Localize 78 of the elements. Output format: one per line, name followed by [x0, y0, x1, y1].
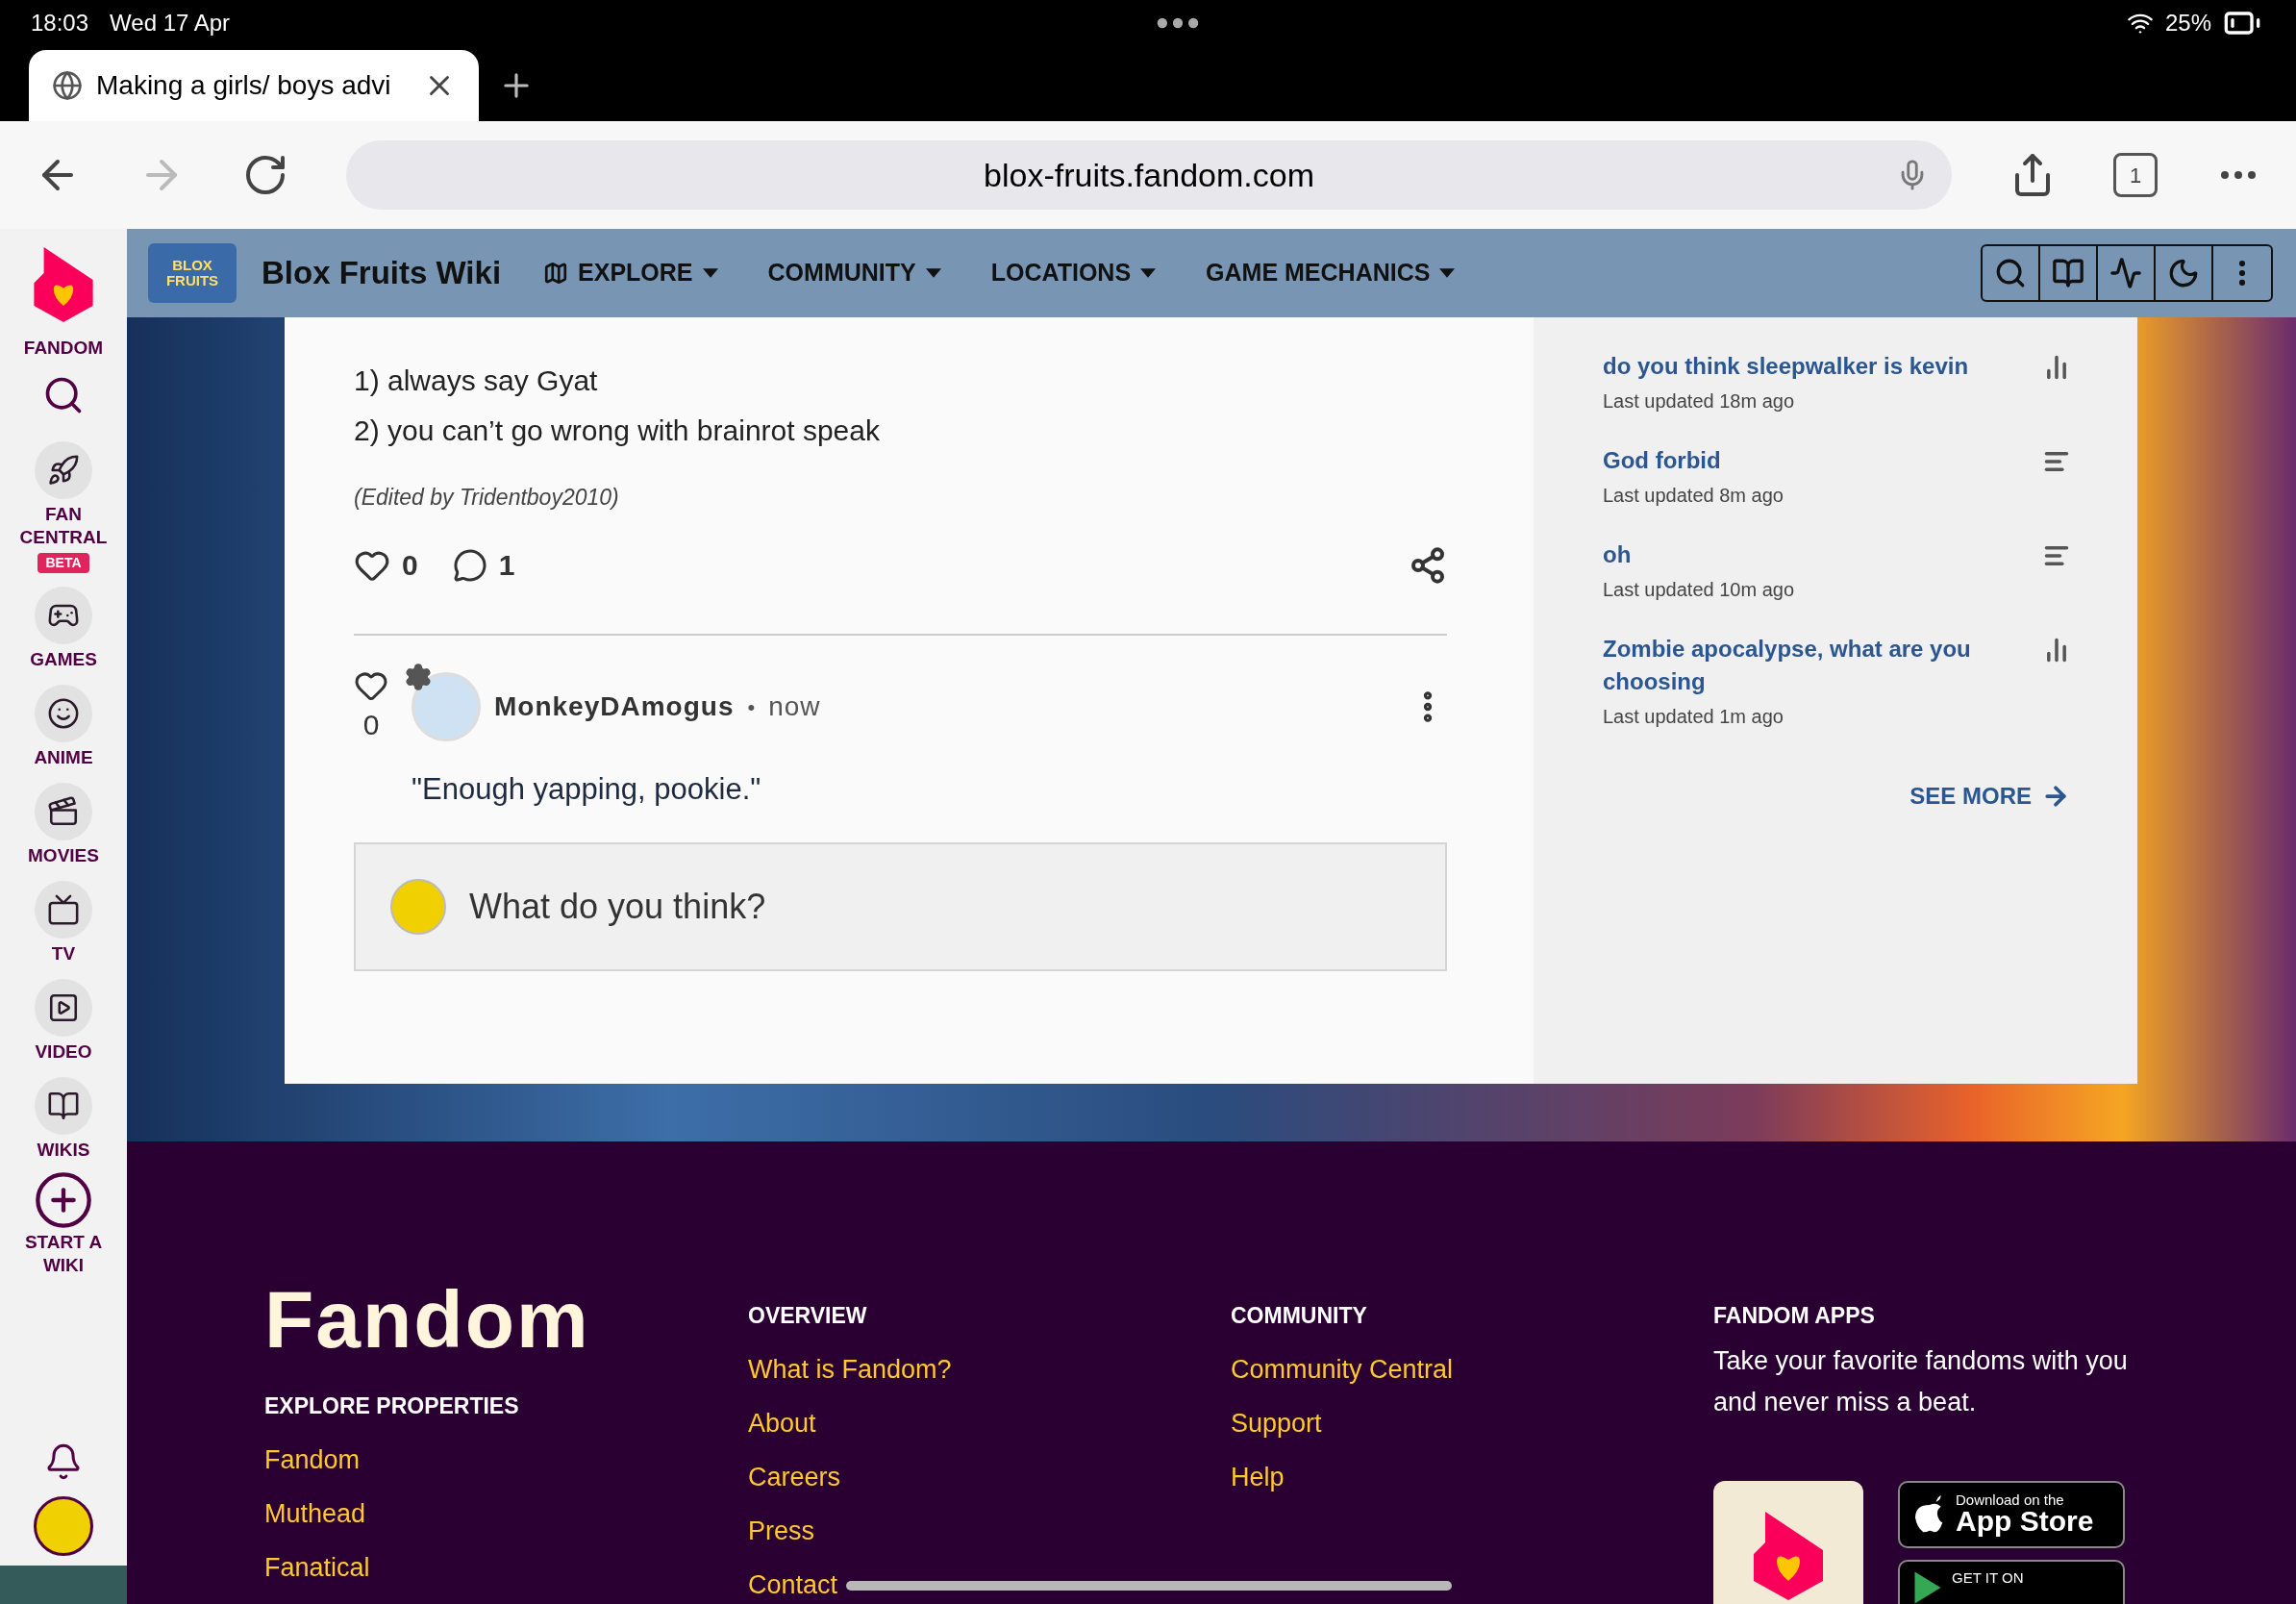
- nav-menu-item[interactable]: EXPLORE: [543, 255, 718, 291]
- book-icon[interactable]: [2052, 257, 2084, 289]
- footer-link[interactable]: Help: [1231, 1449, 1713, 1504]
- tab-count-button[interactable]: 1: [2113, 153, 2158, 197]
- discussion-title[interactable]: God forbid: [1603, 444, 2028, 477]
- user-avatar: [390, 879, 446, 935]
- reply-time: now: [768, 690, 821, 723]
- sidebar-label[interactable]: VIDEO: [11, 1040, 116, 1064]
- last-updated: Last updated 18m ago: [1603, 389, 1796, 414]
- globe-icon: [52, 70, 83, 101]
- caret-icon: [925, 268, 941, 278]
- footer-link[interactable]: Careers: [748, 1449, 1231, 1504]
- sidebar-label[interactable]: FAN CENTRAL: [11, 502, 116, 549]
- wiki-title[interactable]: Blox Fruits Wiki: [262, 249, 502, 297]
- more-icon: [1157, 17, 1200, 29]
- caret-icon: [1439, 268, 1456, 278]
- reply-input-field[interactable]: What do you think?: [354, 842, 1447, 971]
- post-text: 2) you can’t go wrong with brainrot speak: [354, 414, 881, 448]
- browser-tab[interactable]: Making a girls/ boys advi: [29, 50, 479, 121]
- share-icon[interactable]: [1409, 545, 1447, 585]
- last-updated: Last updated 10m ago: [1603, 578, 1796, 602]
- footer-heading: EXPLORE PROPERTIES: [264, 1392, 520, 1420]
- discussion-title[interactable]: oh: [1603, 539, 2028, 571]
- beta-badge: BETA: [37, 552, 89, 573]
- comment-icon: [452, 547, 487, 583]
- fandom-app-icon[interactable]: [1713, 1480, 1863, 1604]
- map-icon: [543, 261, 569, 286]
- comments-button[interactable]: 1: [452, 543, 515, 587]
- activity-icon[interactable]: [2109, 257, 2142, 289]
- status-time: 18:03: [31, 9, 89, 38]
- sidebar-label[interactable]: GAMES: [11, 647, 116, 671]
- footer-link[interactable]: Support: [1231, 1395, 1713, 1450]
- start-wiki-button[interactable]: START A WIKI: [15, 1168, 112, 1277]
- nav-menu-item[interactable]: LOCATIONS: [990, 255, 1157, 291]
- footer-heading: FANDOM APPS: [1713, 1302, 1876, 1330]
- gear-badge-icon: [404, 663, 433, 691]
- sidebar-label[interactable]: WIKIS: [11, 1138, 116, 1162]
- sidebar-label[interactable]: TV: [11, 941, 116, 965]
- footer-link[interactable]: Community Central: [1231, 1341, 1713, 1396]
- discussion-title[interactable]: do you think sleepwalker is kevin: [1603, 350, 2028, 383]
- post-text: 1) always say Gyat: [354, 363, 599, 398]
- fandom-brand-label[interactable]: FANDOM: [23, 335, 104, 363]
- wiki-logo[interactable]: BLOX FRUITS: [148, 243, 237, 303]
- google-play-button[interactable]: GET IT ON: [1898, 1559, 2125, 1604]
- footer-link[interactable]: Contact: [748, 1557, 1231, 1604]
- caret-icon: [1140, 268, 1157, 278]
- separator: •: [747, 693, 756, 721]
- address-bar[interactable]: blox-fruits.fandom.com: [346, 140, 1952, 210]
- moon-icon[interactable]: [2167, 257, 2200, 289]
- footer-link[interactable]: Press: [748, 1503, 1231, 1558]
- last-updated: Last updated 1m ago: [1603, 705, 1784, 729]
- last-updated: Last updated 8m ago: [1603, 484, 1784, 508]
- footer-heading: COMMUNITY: [1231, 1302, 1368, 1330]
- footer-link[interactable]: Fanatical: [264, 1540, 748, 1594]
- sidebar-label[interactable]: ANIME: [11, 745, 116, 769]
- sidebar-label[interactable]: MOVIES: [11, 843, 116, 867]
- author-name[interactable]: MonkeyDAmogus: [494, 687, 735, 727]
- fandom-wordmark[interactable]: Fandom: [264, 1276, 748, 1363]
- reply-text: "Enough yapping, pookie.": [412, 770, 762, 808]
- footer-app-text: Take your favorite fandoms with you and never miss a beat.: [1713, 1344, 2129, 1418]
- nav-menu-item[interactable]: GAME MECHANICS: [1206, 255, 1456, 291]
- see-more-link[interactable]: SEE MORE: [1909, 779, 2070, 814]
- status-date: Wed 17 Apr: [110, 9, 231, 38]
- nav-menu-item[interactable]: COMMUNITY: [767, 255, 941, 291]
- footer-link[interactable]: Fandom: [264, 1432, 748, 1487]
- caret-icon: [702, 268, 718, 278]
- footer-link[interactable]: Muthead: [264, 1486, 748, 1541]
- search-icon[interactable]: [1994, 257, 2027, 289]
- footer-link[interactable]: About: [748, 1395, 1231, 1450]
- like-count: 0: [362, 707, 380, 742]
- edited-note: (Edited by Tridentboy2010): [354, 484, 620, 512]
- footer-link[interactable]: What is Fandom?: [748, 1341, 1231, 1396]
- like-button[interactable]: 0: [354, 543, 418, 587]
- battery-percent: 25%: [2164, 9, 2211, 38]
- play-store-icon: [1913, 1570, 1942, 1604]
- footer-heading: OVERVIEW: [748, 1302, 868, 1330]
- discussion-title[interactable]: Zombie apocalypse, what are you choosing: [1603, 633, 2028, 698]
- app-store-button[interactable]: Download on the App Store: [1898, 1480, 2125, 1548]
